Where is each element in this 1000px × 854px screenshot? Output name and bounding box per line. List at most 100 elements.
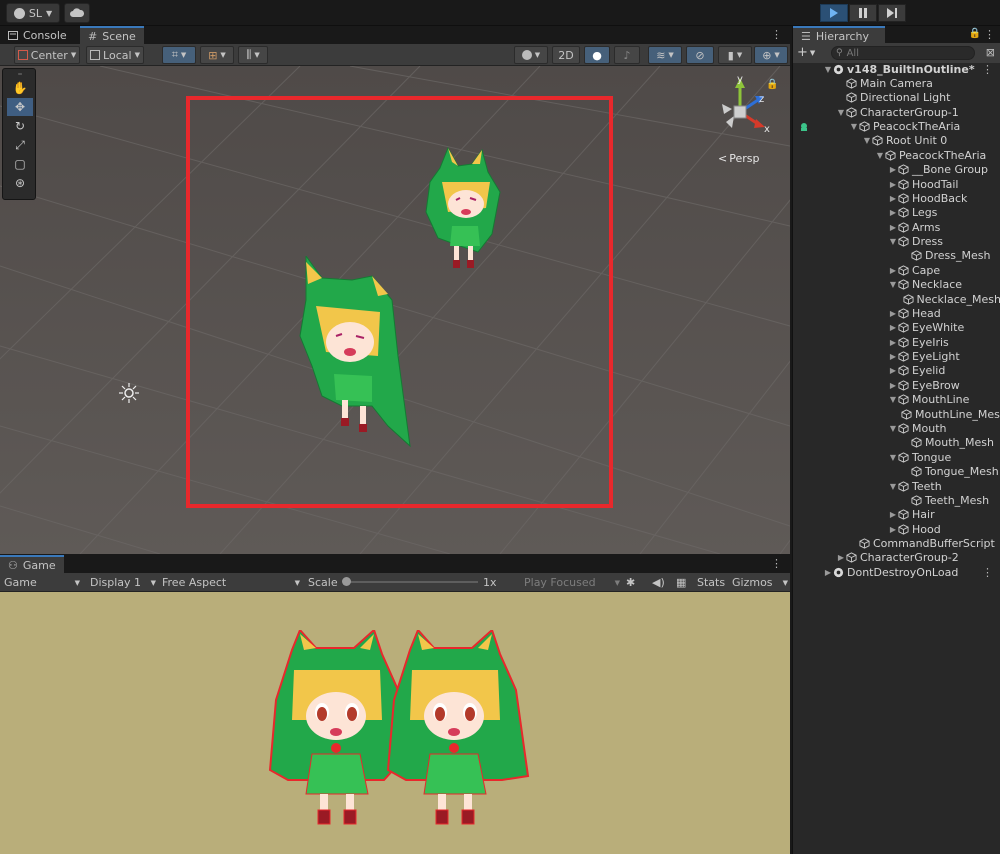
hierarchy-row[interactable]: MouthLine_Mesh: [793, 407, 1000, 421]
expand-arrow-down-icon[interactable]: ▼: [888, 424, 898, 433]
pause-button[interactable]: [849, 4, 877, 22]
expand-arrow-right-icon[interactable]: ▶: [888, 352, 898, 361]
row-menu-icon[interactable]: ⋮: [982, 566, 993, 579]
hierarchy-search-box[interactable]: ⚲ All: [831, 46, 975, 60]
expand-arrow-right-icon[interactable]: ▶: [888, 165, 898, 174]
hierarchy-row[interactable]: ▶ EyeBrow: [793, 378, 1000, 392]
hierarchy-row[interactable]: ▶ EyeIris: [793, 335, 1000, 349]
expand-arrow-down-icon[interactable]: ▼: [888, 453, 898, 462]
game-view-dropdown[interactable]: Game ▼: [4, 573, 80, 592]
hierarchy-menu-icon[interactable]: ⋮: [984, 28, 995, 41]
hierarchy-row[interactable]: Teeth_Mesh: [793, 493, 1000, 507]
shortcuts-button[interactable]: ▦: [676, 573, 686, 592]
hierarchy-row[interactable]: ▼ v148_BuiltInOutline* ⋮: [793, 62, 1000, 76]
tab-game[interactable]: ⚇ Game: [0, 555, 64, 573]
effects-dropdown[interactable]: ≋ ▼: [648, 46, 682, 64]
expand-arrow-right-icon[interactable]: ▶: [888, 266, 898, 275]
move-tool-button[interactable]: ✥: [7, 98, 33, 116]
hand-tool-button[interactable]: ✋: [7, 79, 33, 97]
step-button[interactable]: [878, 4, 906, 22]
expand-arrow-down-icon[interactable]: ▼: [823, 65, 833, 74]
expand-arrow-right-icon[interactable]: ▶: [888, 525, 898, 534]
expand-arrow-down-icon[interactable]: ▼: [836, 108, 846, 117]
camera-settings-dropdown[interactable]: ▮ ▼: [718, 46, 752, 64]
expand-arrow-down-icon[interactable]: ▼: [875, 151, 885, 160]
hierarchy-row[interactable]: ▶ DontDestroyOnLoad ⋮: [793, 565, 1000, 579]
hierarchy-row[interactable]: Dress_Mesh: [793, 249, 1000, 263]
expand-arrow-down-icon[interactable]: ▼: [888, 395, 898, 404]
account-dropdown[interactable]: SL ▼: [6, 3, 60, 23]
expand-arrow-right-icon[interactable]: ▶: [836, 553, 846, 562]
hierarchy-row[interactable]: ▶ Hair: [793, 508, 1000, 522]
create-button[interactable]: + ▼: [797, 45, 815, 60]
game-view[interactable]: [0, 592, 790, 854]
expand-arrow-right-icon[interactable]: ▶: [888, 338, 898, 347]
scene-character-lower[interactable]: [292, 256, 416, 456]
expand-arrow-down-icon[interactable]: ▼: [888, 237, 898, 246]
scale-tool-button[interactable]: ⤢: [7, 136, 33, 154]
directional-light-sun-icon[interactable]: [118, 382, 140, 404]
hierarchy-row[interactable]: Necklace_Mesh: [793, 292, 1000, 306]
hierarchy-row[interactable]: ▼ Root Unit 0: [793, 134, 1000, 148]
hierarchy-row[interactable]: CommandBufferScript: [793, 537, 1000, 551]
transform-tool-button[interactable]: ⊛: [7, 174, 33, 192]
scale-slider-track[interactable]: [344, 581, 478, 583]
expand-arrow-right-icon[interactable]: ▶: [888, 180, 898, 189]
audio-toggle[interactable]: ♪: [614, 46, 640, 64]
hierarchy-row[interactable]: Main Camera: [793, 76, 1000, 90]
expand-arrow-down-icon[interactable]: ▼: [888, 280, 898, 289]
scale-slider-thumb[interactable]: [342, 577, 351, 586]
aspect-dropdown[interactable]: Free Aspect ▼: [162, 573, 300, 592]
hierarchy-row[interactable]: ▼ MouthLine: [793, 393, 1000, 407]
hierarchy-row[interactable]: ▶ Hood: [793, 522, 1000, 536]
hierarchy-row[interactable]: ▼ Tongue: [793, 450, 1000, 464]
hierarchy-row[interactable]: Tongue_Mesh: [793, 465, 1000, 479]
hierarchy-row[interactable]: Directional Light: [793, 91, 1000, 105]
game-panel-menu-icon[interactable]: ⋮: [771, 557, 782, 570]
toggle-2d-button[interactable]: 2D: [552, 46, 580, 64]
scene-panel-menu-icon[interactable]: ⋮: [771, 28, 782, 41]
lighting-toggle[interactable]: ●: [584, 46, 610, 64]
rect-tool-button[interactable]: ▢: [7, 155, 33, 173]
expand-arrow-down-icon[interactable]: ▼: [888, 482, 898, 491]
pivot-mode-dropdown[interactable]: Center ▼: [14, 46, 80, 64]
hierarchy-row[interactable]: ▶ HoodBack: [793, 191, 1000, 205]
align-button[interactable]: ⫼ ▼: [238, 46, 268, 64]
tab-scene[interactable]: # Scene: [80, 26, 144, 44]
hierarchy-row[interactable]: ▼ PeacockTheAria: [793, 148, 1000, 162]
gizmos-toggle[interactable]: Gizmos ▼: [732, 573, 788, 592]
expand-arrow-right-icon[interactable]: ▶: [888, 309, 898, 318]
hierarchy-row[interactable]: ▼ Mouth: [793, 422, 1000, 436]
hierarchy-row[interactable]: ▶ Eyelid: [793, 364, 1000, 378]
expand-arrow-right-icon[interactable]: ▶: [888, 323, 898, 332]
hierarchy-row[interactable]: ▶ HoodTail: [793, 177, 1000, 191]
hierarchy-row[interactable]: ▶ CharacterGroup-2: [793, 551, 1000, 565]
lock-icon[interactable]: 🔒: [969, 28, 981, 39]
expand-arrow-right-icon[interactable]: ▶: [888, 194, 898, 203]
mute-audio-button[interactable]: ◀): [652, 573, 665, 592]
increment-snap-button[interactable]: ⊞ ▼: [200, 46, 234, 64]
display-dropdown[interactable]: Display 1 ▼: [90, 573, 156, 592]
expand-arrow-right-icon[interactable]: ▶: [888, 366, 898, 375]
hierarchy-row[interactable]: ▼ Dress: [793, 235, 1000, 249]
expand-arrow-right-icon[interactable]: ▶: [888, 223, 898, 232]
expand-arrow-right-icon[interactable]: ▶: [888, 381, 898, 390]
hierarchy-search-input[interactable]: All: [847, 48, 859, 59]
hierarchy-row[interactable]: ▶ Cape: [793, 263, 1000, 277]
rotate-tool-button[interactable]: ↻: [7, 117, 33, 135]
grid-snapping-button[interactable]: ⌗ ▼: [162, 46, 196, 64]
tab-hierarchy[interactable]: ☰ Hierarchy: [793, 26, 885, 44]
hierarchy-row[interactable]: ▶ __Bone Group: [793, 163, 1000, 177]
expand-arrow-right-icon[interactable]: ▶: [823, 568, 833, 577]
expand-arrow-down-icon[interactable]: ▼: [849, 122, 859, 131]
stats-button[interactable]: Stats: [697, 573, 725, 592]
scene-viewport[interactable]: ═ ✋ ✥ ↻ ⤢ ▢ ⊛ y z x 🔒 < Persp: [0, 66, 790, 554]
hierarchy-row[interactable]: ▼ PeacockTheAria: [793, 120, 1000, 134]
hierarchy-row[interactable]: ▼ CharacterGroup-1: [793, 105, 1000, 119]
expand-arrow-right-icon[interactable]: ▶: [888, 510, 898, 519]
search-filter-icon[interactable]: ⊠: [986, 46, 995, 59]
hierarchy-row[interactable]: Mouth_Mesh: [793, 436, 1000, 450]
hierarchy-row[interactable]: ▼ Necklace: [793, 278, 1000, 292]
play-mode-dropdown[interactable]: Play Focused ▼: [524, 573, 620, 592]
hierarchy-row[interactable]: ▶ Arms: [793, 220, 1000, 234]
